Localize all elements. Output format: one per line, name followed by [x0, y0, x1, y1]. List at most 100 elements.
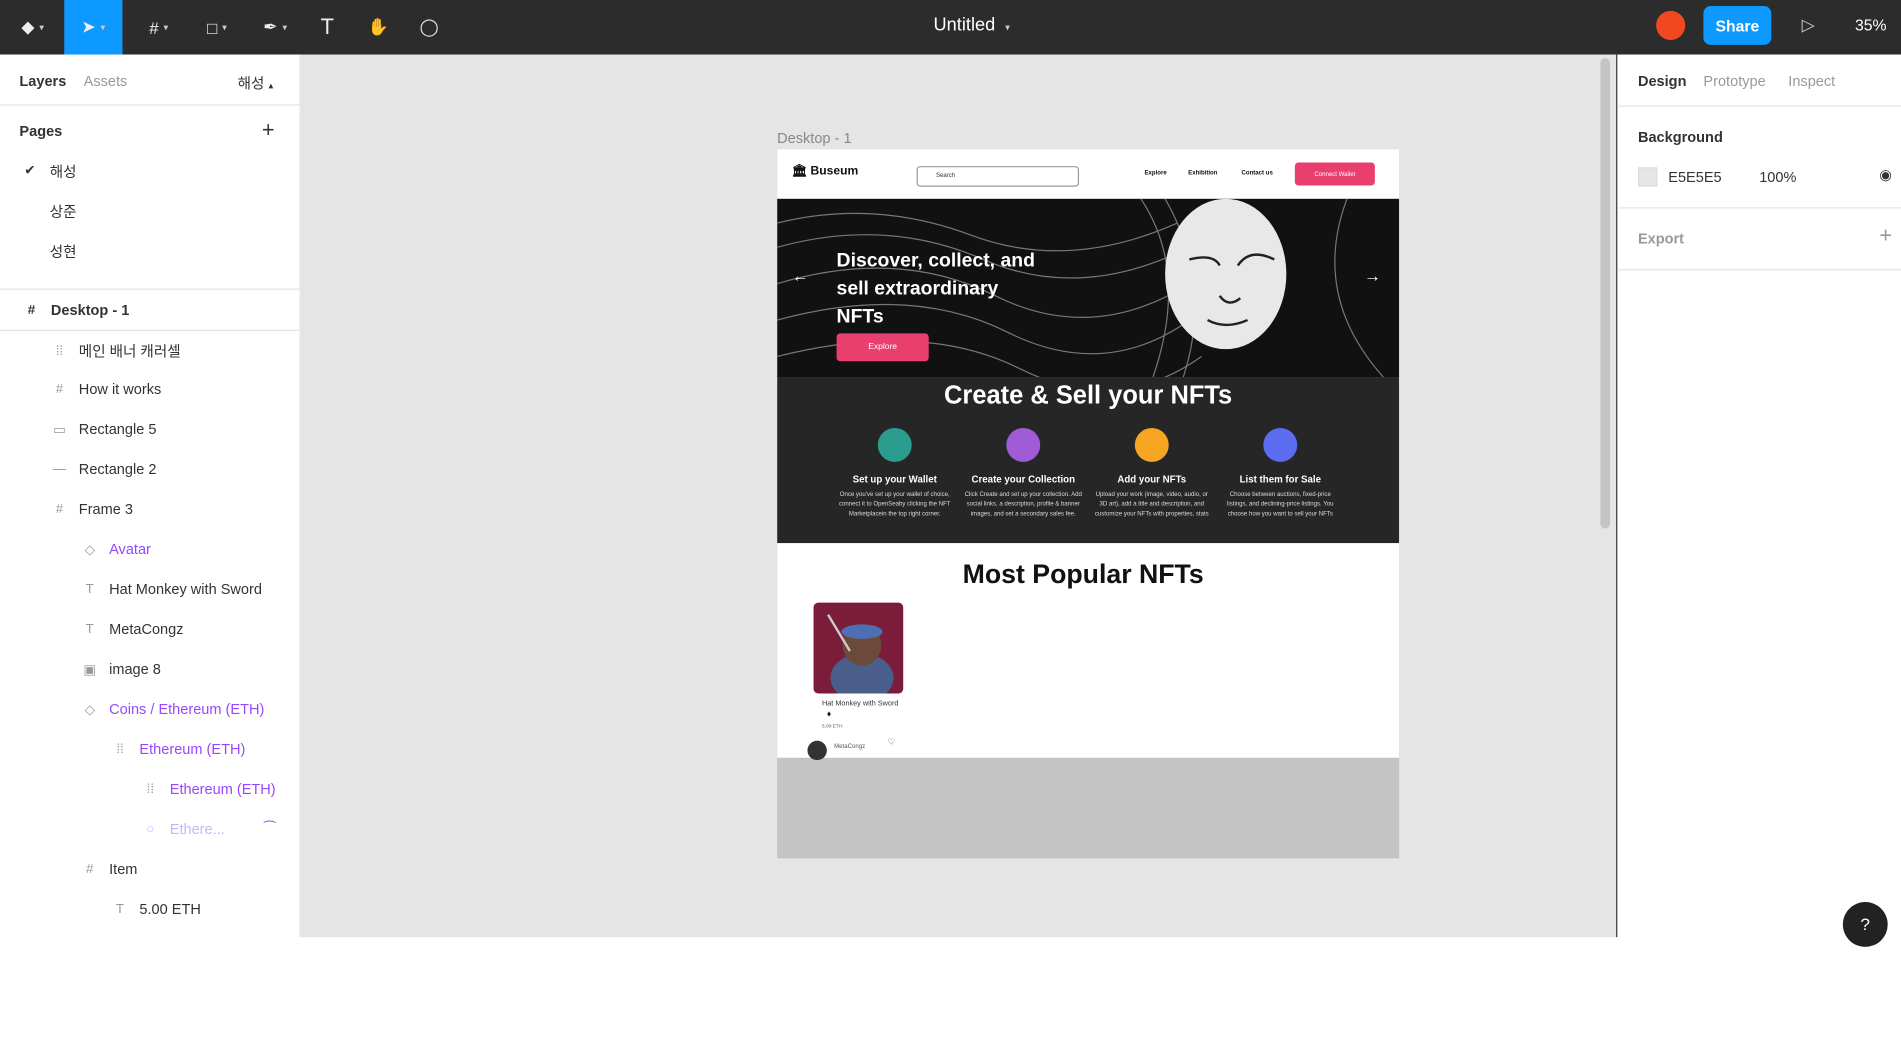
ellipse-icon: ○ [146, 822, 155, 837]
desktop-frame[interactable]: 🏛 Buseum Search Explore Exhibition Conta… [777, 149, 1400, 859]
tab-inspect[interactable]: Inspect [1788, 73, 1835, 90]
add-export-icon[interactable]: + [1879, 223, 1892, 248]
layer-item[interactable]: ▣ image 8 [79, 660, 161, 678]
layer-item[interactable]: T Hat Monkey with Sword [79, 581, 262, 598]
site-navbar: 🏛 Buseum Search Explore Exhibition Conta… [777, 149, 1400, 199]
layer-item[interactable]: ⁞⁞ 메인 배너 캐러셀 [48, 341, 181, 362]
share-button[interactable]: Share [1703, 6, 1772, 45]
frame-tool-icon[interactable]: # ▾ [136, 0, 182, 55]
layer-frame-desktop[interactable]: # Desktop - 1 [21, 302, 130, 319]
background-opacity[interactable]: 100% [1759, 169, 1796, 186]
hand-tool-icon[interactable]: ✋ [361, 0, 395, 55]
carousel-prev-icon[interactable]: ← [792, 266, 809, 285]
layer-item[interactable]: # Frame 3 [48, 501, 133, 518]
tab-assets[interactable]: Assets [84, 73, 128, 90]
pen-tool-icon[interactable]: ✒ ▾ [252, 0, 298, 55]
layer-label: Rectangle 2 [78, 460, 157, 478]
nft-image[interactable] [813, 602, 904, 694]
most-popular-section: Most Popular NFTs Hat Monkey with Sword … [777, 543, 1400, 761]
connect-wallet-button[interactable]: Connect Wallet [1294, 162, 1375, 186]
frame-label[interactable]: Desktop - 1 [777, 130, 851, 147]
hidden-eye-icon[interactable]: ⁀ [264, 821, 275, 837]
frame-icon: # [55, 381, 64, 397]
carousel-next-icon[interactable]: → [1364, 266, 1381, 285]
comment-tool-icon[interactable]: ◯ [412, 0, 446, 55]
layer-item[interactable]: # How it works [48, 381, 162, 398]
tab-design[interactable]: Design [1638, 73, 1687, 90]
monkey-artwork [827, 614, 894, 694]
site-search-input[interactable]: Search [916, 166, 1080, 187]
hero-title: Discover, collect, and sell extraordinar… [836, 250, 1035, 328]
frame-icon: # [27, 303, 36, 318]
move-tool-icon[interactable]: ➤ ▾ [64, 0, 123, 55]
background-hex[interactable]: E5E5E5 [1668, 169, 1721, 186]
toolbar: ◆ ▾ ➤ ▾ # ▾ □ ▾ ✒ ▾ T ✋ ◯ Untitled ▾ Share ▷ … [0, 0, 1901, 55]
component-instance-icon: ⁞⁞ [55, 343, 64, 359]
step-desc: Upload your work (image, video, audio, o… [1094, 491, 1209, 518]
layer-item[interactable]: ▭ Rectangle 5 [48, 421, 156, 438]
nav-contact[interactable]: Contact us [1241, 170, 1272, 177]
page-item[interactable]: 해성 [50, 161, 77, 182]
hero-explore-button[interactable]: Explore [836, 333, 929, 362]
add-page-icon[interactable]: + [262, 118, 275, 143]
canvas-scrollbar[interactable] [1600, 58, 1611, 529]
tab-prototype[interactable]: Prototype [1703, 73, 1765, 90]
chevron-down-icon: ▾ [1005, 21, 1010, 33]
like-icon[interactable]: ♡ [887, 737, 895, 746]
text-tool-icon[interactable]: T [310, 0, 344, 55]
page-item[interactable]: 성현 [50, 241, 77, 262]
layer-item[interactable]: T MetaCongz [79, 621, 184, 638]
background-heading: Background [1637, 128, 1723, 146]
layer-label: Coins / Ethereum (ETH) [109, 700, 265, 718]
layer-label: 5.00 ETH [139, 900, 201, 918]
layer-item[interactable]: ⁞⁞ Ethereum (ETH) [139, 781, 276, 798]
rectangle-icon: ▭ [53, 422, 66, 438]
figma-menu-icon[interactable]: ◆ ▾ [10, 0, 56, 55]
layer-label: image 8 [109, 660, 161, 678]
export-heading: Export [1637, 230, 1685, 248]
layer-item[interactable]: T 5.00 ETH [109, 901, 201, 918]
shape-tool-icon[interactable]: □ ▾ [194, 0, 240, 55]
page-item[interactable]: 상준 [50, 201, 77, 222]
canvas[interactable]: Desktop - 1 🏛 Buseum Search Explore Exhi… [300, 54, 1617, 938]
step-card: List them for Sale Choose between auctio… [1220, 427, 1341, 519]
search-placeholder: Search [935, 172, 956, 180]
tab-layers[interactable]: Layers [19, 73, 66, 90]
layer-item[interactable]: # Item [79, 861, 137, 878]
step-card: Create your Collection Click Create and … [963, 427, 1084, 519]
nav-exhibition[interactable]: Exhibition [1188, 170, 1217, 177]
museum-icon: 🏛 [791, 164, 808, 179]
layer-item[interactable]: ⁞⁞ Ethereum (ETH) [109, 741, 245, 758]
layer-item[interactable]: ◇ Avatar [79, 541, 151, 558]
site-logo: 🏛 Buseum [792, 165, 859, 178]
text-icon: T [85, 581, 94, 597]
document-title-text: Untitled [933, 14, 996, 36]
layer-item[interactable]: ◇ Coins / Ethereum (ETH) [79, 701, 265, 718]
layer-item[interactable]: ○ Ethere... [139, 821, 224, 838]
frame-icon: # [86, 862, 94, 877]
play-icon[interactable]: ▷ [1802, 15, 1815, 36]
collection-icon [1006, 427, 1041, 462]
divider [1617, 207, 1901, 209]
user-avatar[interactable] [1656, 10, 1686, 41]
nav-explore[interactable]: Explore [1145, 170, 1167, 177]
document-title[interactable]: Untitled ▾ [934, 15, 1010, 36]
layer-label: Rectangle 5 [78, 420, 157, 438]
divider [1617, 269, 1901, 271]
line-icon: — [52, 461, 67, 477]
owner-name: MetaCongz [834, 743, 866, 751]
popular-title: Most Popular NFTs [962, 558, 1204, 590]
eye-icon[interactable]: ◉ [1879, 166, 1892, 183]
layer-item[interactable]: — Rectangle 2 [48, 460, 157, 478]
ethereum-icon: ♦ [826, 710, 832, 719]
component-instance-icon: ⁞⁞ [146, 781, 155, 797]
background-swatch[interactable] [1637, 167, 1658, 187]
divider [1617, 105, 1901, 107]
step-title: Set up your Wallet [852, 474, 937, 485]
text-icon: T [115, 902, 125, 917]
zoom-level[interactable]: 35% [1855, 16, 1887, 34]
page-selector-label: 해성 [237, 75, 265, 93]
help-button[interactable]: ? [1842, 902, 1888, 947]
sale-icon [1263, 427, 1298, 462]
page-selector[interactable]: 해성 ▴ [238, 73, 274, 94]
